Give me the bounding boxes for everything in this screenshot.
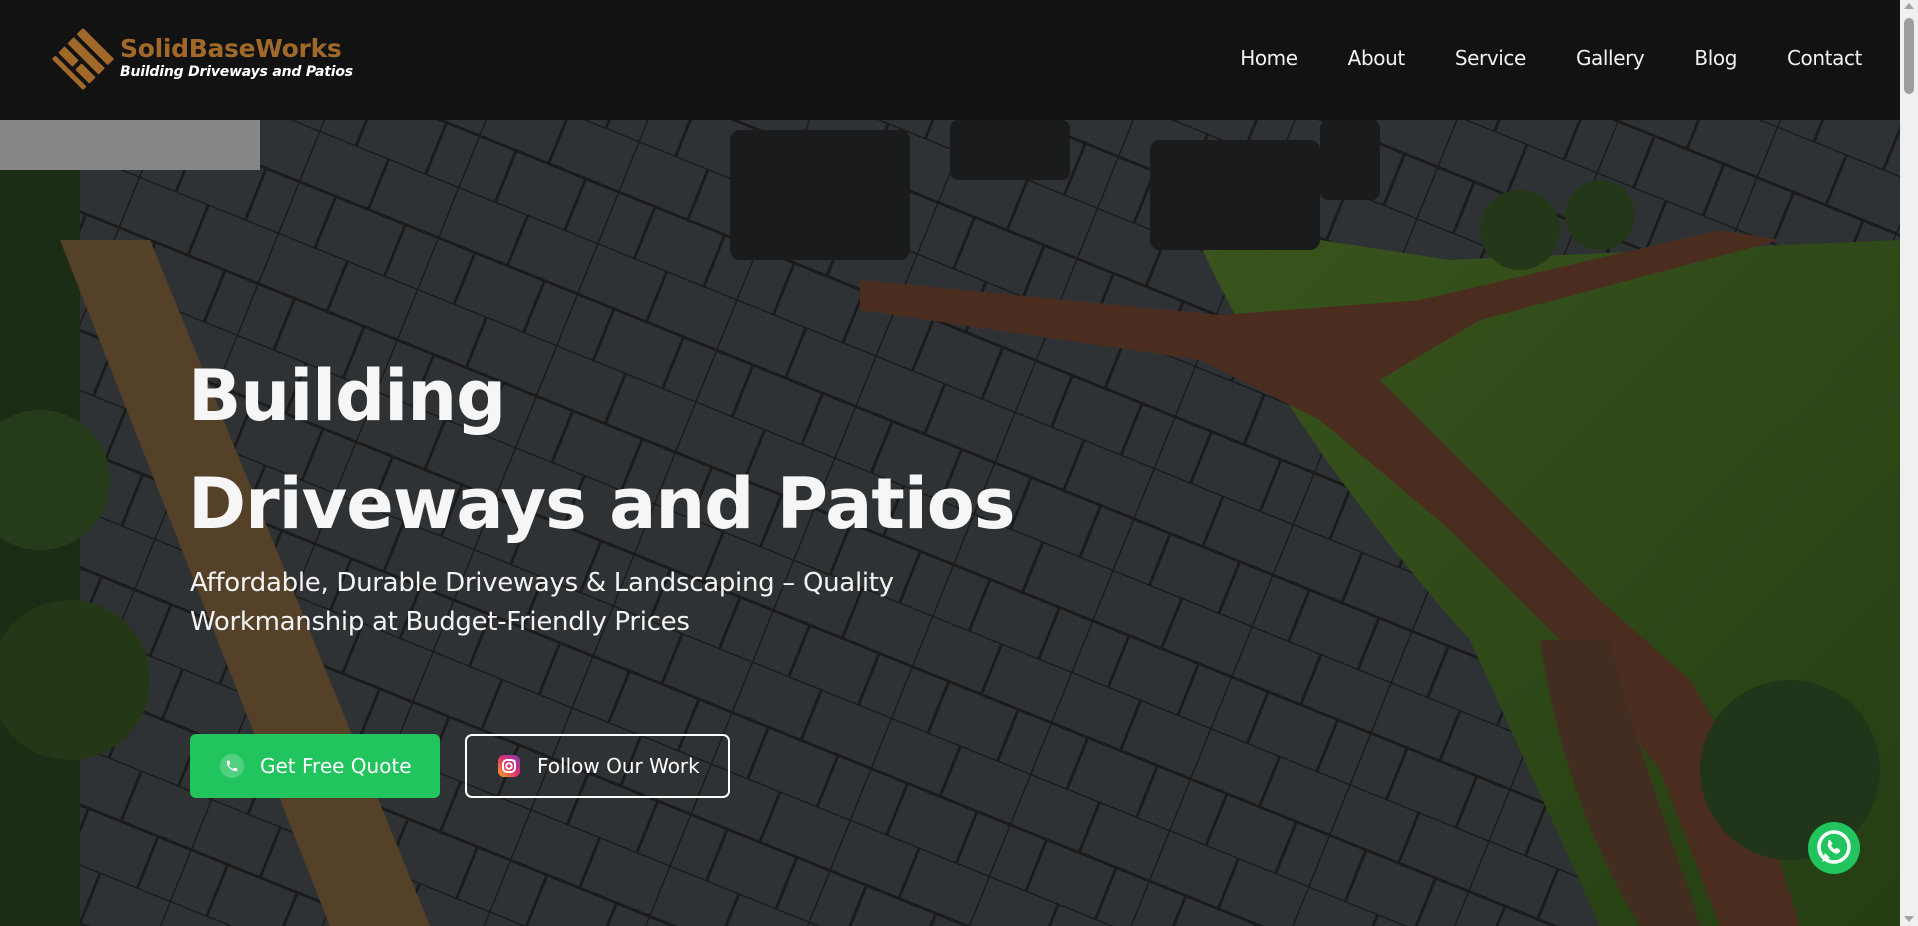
scroll-down-arrow-icon[interactable] [1904, 916, 1914, 922]
hero-section: Building Driveways and Patios Affordable… [0, 120, 1900, 926]
follow-our-work-button[interactable]: Follow Our Work [465, 734, 730, 798]
hero-title-line-1: Building [188, 355, 506, 437]
nav-service[interactable]: Service [1455, 46, 1527, 70]
site-header: SolidBaseWorks Building Driveways and Pa… [0, 0, 1900, 120]
brand-name: SolidBaseWorks [120, 34, 342, 63]
get-free-quote-label: Get Free Quote [260, 754, 412, 778]
whatsapp-icon[interactable] [1806, 820, 1862, 876]
nav-about[interactable]: About [1348, 46, 1406, 70]
get-free-quote-button[interactable]: Get Free Quote [190, 734, 440, 798]
page-scrollbar[interactable] [1900, 0, 1918, 926]
scroll-up-arrow-icon[interactable] [1904, 3, 1914, 9]
logo[interactable]: SolidBaseWorks Building Driveways and Pa… [48, 24, 353, 94]
logo-mark-icon [52, 28, 114, 90]
hero-title-line-2: Driveways and Patios [188, 463, 1016, 545]
nav-gallery[interactable]: Gallery [1576, 46, 1645, 70]
instagram-icon [498, 755, 520, 777]
brand-tagline: Building Driveways and Patios [120, 64, 353, 80]
follow-our-work-label: Follow Our Work [537, 754, 700, 778]
scrollbar-thumb[interactable] [1904, 18, 1914, 94]
nav-home[interactable]: Home [1240, 46, 1298, 70]
main-nav: Home About Service Gallery Blog Contact [1240, 46, 1862, 70]
nav-blog[interactable]: Blog [1694, 46, 1737, 70]
hero-subtitle: Affordable, Durable Driveways & Landscap… [190, 568, 894, 637]
phone-icon [220, 754, 244, 778]
hero-title: Building Driveways and Patios [188, 342, 1088, 558]
nav-contact[interactable]: Contact [1787, 46, 1862, 70]
